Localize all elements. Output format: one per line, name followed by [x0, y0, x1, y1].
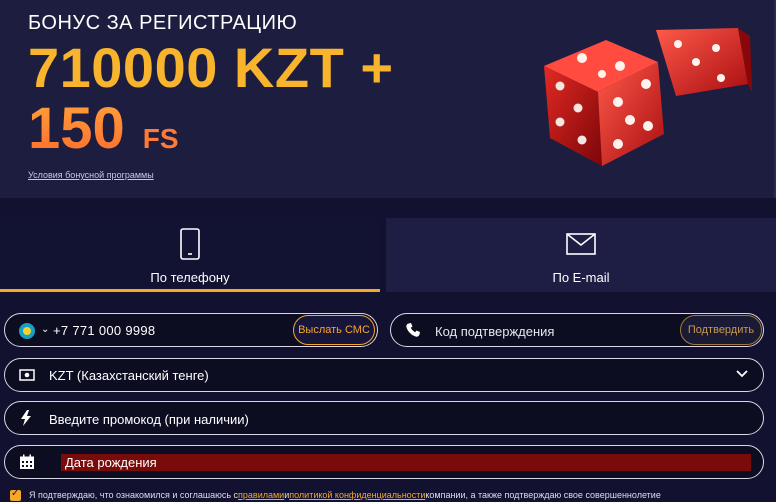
phone-number-value[interactable]: +7 771 000 9998 — [53, 323, 155, 338]
registration-tabs: По телефону По E-mail — [0, 218, 776, 292]
confirmation-code-field[interactable]: Подтвердить — [390, 313, 764, 347]
back-die — [656, 28, 752, 96]
consent-checkbox[interactable] — [10, 488, 21, 501]
rules-link[interactable]: правилами — [238, 490, 284, 500]
confirmation-code-input[interactable] — [435, 322, 665, 340]
promo-code-field[interactable] — [4, 401, 764, 435]
phone-field[interactable]: ⌄ +7 771 000 9998 Выслать СМС — [4, 313, 378, 347]
registration-page: БОНУС ЗА РЕГИСТРАЦИЮ 710000 KZT + 150 FS… — [0, 0, 776, 502]
birthdate-field[interactable] — [4, 445, 764, 479]
consent-text-after: компании, а также подтверждаю свое совер… — [425, 490, 661, 500]
kazakhstan-flag-icon[interactable] — [19, 323, 35, 339]
smartphone-icon — [179, 228, 201, 260]
bonus-banner: БОНУС ЗА РЕГИСТРАЦИЮ 710000 KZT + 150 FS… — [0, 0, 776, 198]
calendar-icon — [20, 454, 34, 469]
currency-value: KZT (Казахстанский тенге) — [49, 368, 209, 383]
promo-code-input[interactable] — [49, 410, 729, 428]
banner-title: БОНУС ЗА РЕГИСТРАЦИЮ — [28, 12, 298, 34]
tab-phone-label: По телефону — [150, 270, 230, 285]
dice-icon — [544, 28, 752, 166]
bonus-conditions-link[interactable]: Условия бонусной программы — [28, 170, 154, 180]
tab-email[interactable]: По E-mail — [386, 218, 776, 292]
freespins-count: 150 — [28, 96, 125, 161]
privacy-policy-link[interactable]: политикой конфиденциальности — [289, 490, 425, 500]
consent-text-before: Я подтверждаю, что ознакомился и соглаша… — [29, 490, 239, 500]
lightning-icon — [21, 410, 31, 426]
send-sms-button[interactable]: Выслать СМС — [293, 315, 375, 345]
consent-row: Я подтверждаю, что ознакомился и соглаша… — [10, 488, 776, 502]
chevron-down-icon[interactable] — [735, 367, 749, 381]
tab-email-label: По E-mail — [552, 270, 610, 285]
confirm-code-button[interactable]: Подтвердить — [680, 315, 762, 345]
banknote-icon — [19, 369, 35, 381]
tab-phone[interactable]: По телефону — [0, 218, 380, 292]
currency-select[interactable]: KZT (Казахстанский тенге) — [4, 358, 764, 392]
birthdate-input[interactable] — [61, 454, 751, 471]
freespins-unit: FS — [142, 123, 179, 154]
bonus-amount: 710000 KZT + — [28, 36, 394, 99]
phone-handset-icon — [406, 323, 420, 337]
chevron-down-icon[interactable]: ⌄ — [41, 324, 49, 335]
freespins-line: 150 FS — [28, 98, 179, 160]
envelope-icon — [566, 228, 596, 260]
front-die — [544, 40, 664, 166]
